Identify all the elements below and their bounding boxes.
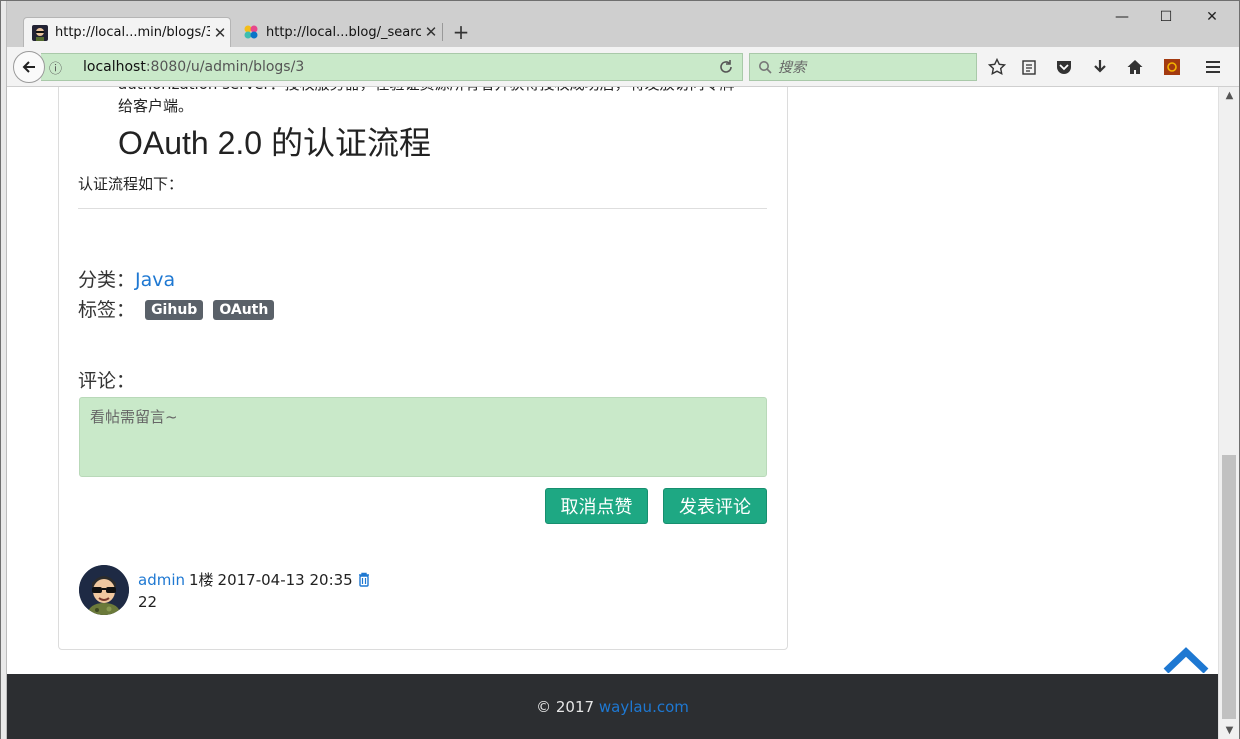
- category-row: 分类：Java: [78, 265, 175, 292]
- bookmark-star-button[interactable]: [985, 55, 1009, 79]
- reload-icon[interactable]: [718, 59, 734, 75]
- tab-blog-post[interactable]: http://local...min/blogs/3 ✕: [23, 17, 231, 47]
- avatar: [79, 565, 129, 615]
- extension-button[interactable]: [1160, 55, 1184, 79]
- close-window-button[interactable]: ✕: [1189, 5, 1235, 29]
- site-info-icon[interactable]: ⓘ: [49, 58, 71, 77]
- tags-label: 标签：: [78, 299, 136, 321]
- blog-card: [58, 87, 788, 650]
- comment-floor: 1楼: [189, 571, 214, 589]
- unlike-button[interactable]: 取消点赞: [545, 488, 648, 524]
- reader-list-button[interactable]: [1017, 55, 1041, 79]
- tag-badge[interactable]: Gihub: [145, 300, 204, 320]
- comment-meta: admin 1楼 2017-04-13 20:35: [138, 569, 371, 590]
- comment-author-link[interactable]: admin: [138, 571, 185, 589]
- star-icon: [988, 58, 1006, 76]
- scroll-up-icon[interactable]: ▲: [1219, 87, 1240, 104]
- downloads-button[interactable]: [1088, 55, 1112, 79]
- navigation-toolbar: ⓘ localhost:8080/u/admin/blogs/3 搜索: [7, 47, 1239, 87]
- user-avatar-icon: [79, 565, 129, 615]
- close-tab-icon[interactable]: ✕: [421, 23, 441, 41]
- flow-text: 认证流程如下：: [78, 175, 184, 193]
- elastic-favicon-icon: [244, 25, 258, 39]
- comment-input[interactable]: 看帖需留言~: [79, 397, 767, 477]
- url-bar[interactable]: ⓘ localhost:8080/u/admin/blogs/3: [41, 53, 743, 81]
- maximize-button[interactable]: ☐: [1143, 5, 1189, 29]
- browser-window: http://local...min/blogs/3 ✕ http://loca…: [0, 0, 1240, 739]
- tag-badge[interactable]: OAuth: [213, 300, 275, 320]
- divider: [78, 208, 767, 209]
- hamburger-menu-icon: [1206, 61, 1220, 73]
- tab-strip: http://local...min/blogs/3 ✕ http://loca…: [1, 1, 1239, 47]
- search-bar[interactable]: 搜索: [749, 53, 977, 81]
- article-paragraph: authorization server：授权服务器，在验证资源所有者并获得授权…: [118, 87, 768, 117]
- search-icon: [759, 61, 772, 74]
- pocket-icon: [1057, 61, 1071, 74]
- footer: © 2017 waylau.com: [7, 674, 1218, 739]
- home-icon: [1127, 60, 1143, 74]
- tab-title: http://local...blog/_search: [266, 24, 421, 40]
- category-link[interactable]: Java: [135, 269, 175, 291]
- article-line: authorization server：授权服务器，在验证资源所有者并获得授权…: [118, 87, 768, 95]
- tags-row: 标签： Gihub OAuth: [78, 295, 275, 322]
- close-tab-icon[interactable]: ✕: [210, 24, 230, 42]
- menu-button[interactable]: [1201, 55, 1225, 79]
- trash-icon[interactable]: [357, 572, 371, 587]
- back-arrow-icon: [22, 61, 35, 73]
- section-heading: OAuth 2.0 的认证流程: [118, 125, 431, 161]
- comment-placeholder: 看帖需留言~: [90, 408, 178, 426]
- back-to-top-icon[interactable]: [1162, 647, 1210, 673]
- download-arrow-icon: [1094, 60, 1106, 73]
- new-tab-button[interactable]: +: [451, 21, 471, 43]
- category-label: 分类：: [78, 269, 136, 291]
- home-button[interactable]: [1123, 55, 1147, 79]
- page-viewport: authorization server：授权服务器，在验证资源所有者并获得授权…: [7, 87, 1218, 674]
- url-host: localhost: [83, 59, 146, 75]
- article-line: 给客户端。: [118, 97, 194, 115]
- back-button[interactable]: [13, 51, 45, 83]
- url-path: :8080/u/admin/blogs/3: [145, 59, 305, 75]
- search-placeholder: 搜索: [778, 60, 806, 76]
- avatar-favicon-icon: [32, 24, 48, 41]
- comment-body: 22: [138, 593, 158, 611]
- tab-title: http://local...min/blogs/3: [55, 25, 210, 40]
- footer-site-link[interactable]: waylau.com: [599, 698, 689, 716]
- bookmarks-list-icon: [1022, 60, 1036, 75]
- tab-search[interactable]: http://local...blog/_search ✕: [235, 17, 441, 47]
- tab-separator: [442, 23, 443, 41]
- extension-gear-icon: [1164, 59, 1180, 75]
- comment-time: 2017-04-13 20:35: [217, 570, 353, 589]
- vertical-scrollbar[interactable]: ▲ ▼: [1218, 87, 1239, 739]
- url-text: localhost:8080/u/admin/blogs/3: [83, 59, 304, 75]
- comments-label: 评论：: [78, 370, 136, 392]
- scroll-down-icon[interactable]: ▼: [1219, 722, 1240, 739]
- minimize-button[interactable]: —: [1099, 5, 1145, 29]
- pocket-button[interactable]: [1052, 55, 1076, 79]
- submit-comment-button[interactable]: 发表评论: [663, 488, 767, 524]
- copyright-text: © 2017: [536, 697, 595, 716]
- scrollbar-thumb[interactable]: [1222, 455, 1236, 719]
